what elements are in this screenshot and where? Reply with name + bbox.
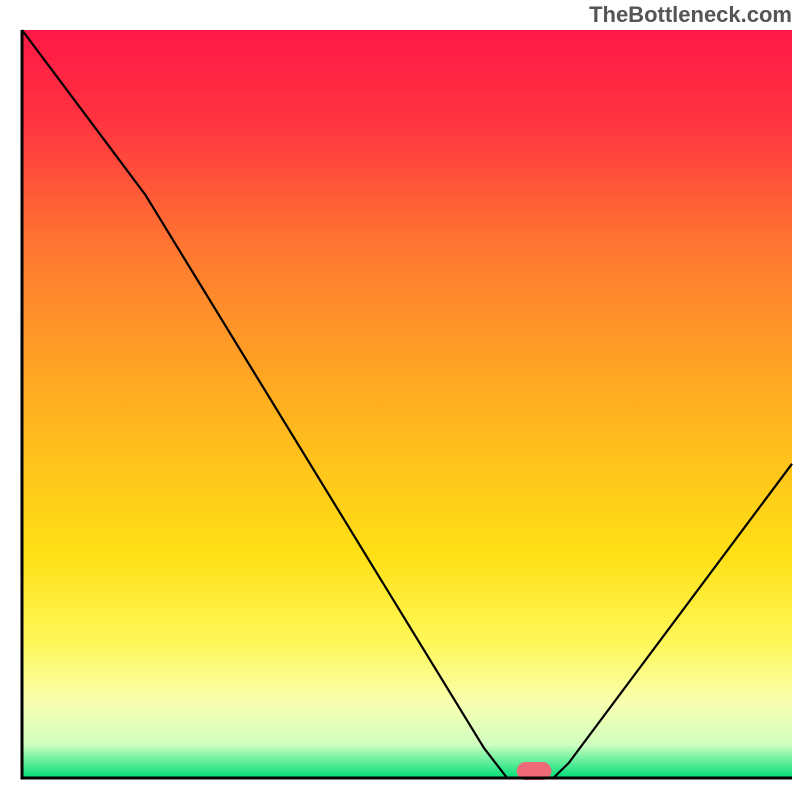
chart-container: TheBottleneck.com <box>0 0 800 800</box>
watermark-text: TheBottleneck.com <box>589 2 792 28</box>
gradient-background <box>22 30 792 778</box>
bottleneck-chart <box>0 0 800 800</box>
